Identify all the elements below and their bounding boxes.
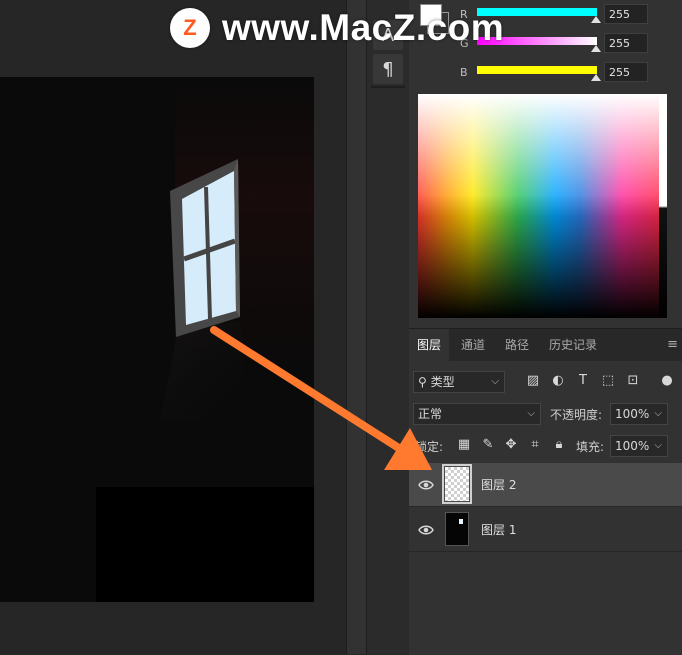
- layer-thumbnail: [445, 512, 469, 546]
- panel-dock-strip: [346, 0, 367, 654]
- opacity-label: 不透明度:: [550, 408, 603, 422]
- collapsed-panel-icons: A ¶: [366, 0, 410, 654]
- canvas-area[interactable]: [0, 0, 346, 654]
- watermark-logo: Z: [170, 8, 210, 48]
- layer-name[interactable]: 图层 2: [481, 476, 516, 493]
- layer-row-2[interactable]: 图层 2: [409, 463, 682, 507]
- floor-shadow: [96, 487, 314, 602]
- layers-panel: 图层 通道 路径 历史记录 ≡ ⚲ 类型 ⌵ ▨ ◐ T ⬚ ⊡ ● 正常 ⌵ …: [409, 328, 682, 655]
- watermark: Z www.MacZ.com: [170, 6, 504, 50]
- paragraph-panel-button[interactable]: ¶: [373, 54, 403, 84]
- watermark-text: www.MacZ.com: [222, 7, 505, 48]
- chevron-down-icon: ⌵: [654, 408, 662, 419]
- blend-mode-select[interactable]: 正常 ⌵: [413, 403, 541, 425]
- channel-b-label: B: [460, 66, 468, 79]
- fill-value: 100%: [615, 439, 650, 453]
- channel-r-value[interactable]: 255: [604, 4, 648, 24]
- tab-history[interactable]: 历史记录: [541, 329, 605, 361]
- filter-adjustment-icon[interactable]: ◐: [550, 373, 566, 389]
- right-panels: R 255 G 255 B 255 图层 通道 路径 历史记录 ≡ ⚲ 类型 ⌵: [409, 0, 682, 655]
- filter-type-icon[interactable]: T: [575, 373, 591, 389]
- lock-all-icon[interactable]: 🔒︎: [551, 437, 567, 453]
- blend-mode-value: 正常: [418, 407, 443, 421]
- panel-tab-bar: 图层 通道 路径 历史记录 ≡: [409, 329, 682, 361]
- color-spectrum[interactable]: [418, 94, 667, 318]
- tab-channels[interactable]: 通道: [453, 329, 493, 361]
- chevron-down-icon: ⌵: [527, 408, 535, 419]
- opacity-field[interactable]: 100% ⌵: [610, 403, 668, 425]
- lock-label: 锁定:: [415, 440, 444, 454]
- lock-transparent-pixels-icon[interactable]: ▦: [456, 437, 472, 453]
- panel-menu-icon[interactable]: ≡: [667, 337, 678, 352]
- tab-paths[interactable]: 路径: [497, 329, 537, 361]
- slider-thumb[interactable]: [591, 45, 601, 52]
- fill-label: 填充:: [576, 440, 605, 454]
- filter-pixel-icon[interactable]: ▨: [525, 373, 541, 389]
- filter-kind-select[interactable]: ⚲ 类型 ⌵: [413, 371, 505, 393]
- paragraph-icon: ¶: [382, 58, 394, 80]
- visibility-eye-icon[interactable]: [418, 477, 434, 493]
- layer-thumbnail: [442, 464, 472, 504]
- slider-thumb[interactable]: [591, 16, 601, 23]
- tab-layers[interactable]: 图层: [409, 329, 450, 361]
- channel-b-slider[interactable]: [477, 66, 601, 81]
- layer-row-1[interactable]: 图层 1: [409, 508, 682, 552]
- channel-b-value[interactable]: 255: [604, 62, 648, 82]
- visibility-eye-icon[interactable]: [418, 522, 434, 538]
- filter-smart-object-icon[interactable]: ⊡: [625, 373, 641, 389]
- opacity-value: 100%: [615, 407, 650, 421]
- filter-toggle-icon[interactable]: ●: [659, 373, 675, 389]
- filter-kind-value: 类型: [430, 375, 455, 389]
- lit-window-illustration: [160, 159, 250, 421]
- lock-artboard-icon[interactable]: ⌗: [527, 437, 543, 453]
- panel-divider: [371, 86, 405, 88]
- layer-name[interactable]: 图层 1: [481, 521, 516, 538]
- filter-shape-icon[interactable]: ⬚: [600, 373, 616, 389]
- chevron-down-icon: ⌵: [491, 376, 499, 387]
- lock-position-icon[interactable]: ✥: [503, 437, 519, 453]
- grayscale-ramp[interactable]: [659, 94, 667, 318]
- search-icon: ⚲: [418, 375, 427, 389]
- lock-image-pixels-icon[interactable]: ✎: [480, 437, 496, 453]
- chevron-down-icon: ⌵: [654, 440, 662, 451]
- fill-field[interactable]: 100% ⌵: [610, 435, 668, 457]
- slider-thumb[interactable]: [591, 74, 601, 81]
- channel-g-value[interactable]: 255: [604, 33, 648, 53]
- document-image[interactable]: [0, 77, 314, 602]
